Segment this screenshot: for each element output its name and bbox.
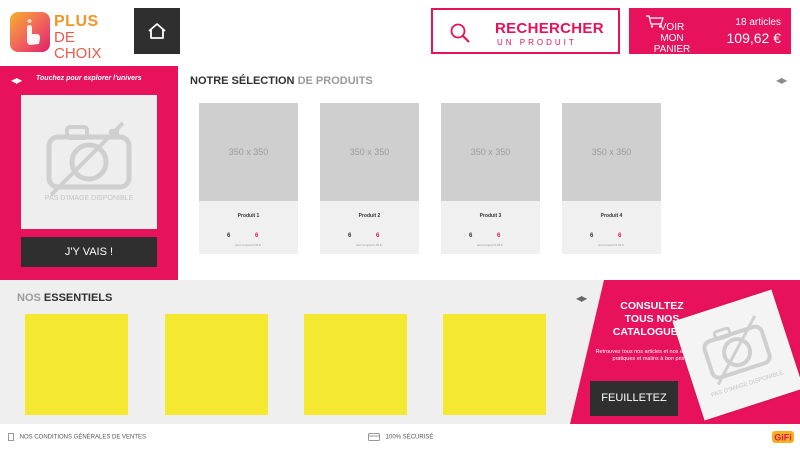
catalog-promo: CONSULTEZ TOUS NOS CATALOGUES ! Retrouve… — [570, 280, 800, 424]
product-old-price: 6 — [590, 233, 594, 239]
product-name: Produit 3 — [479, 213, 502, 219]
jy-vais-button[interactable]: J'Y VAIS ! — [21, 237, 157, 267]
feuilletez-button[interactable]: FEUILLETEZ — [590, 381, 678, 416]
essentials-title-light: NOS — [17, 292, 41, 304]
essential-tile[interactable] — [25, 314, 128, 415]
search-icon — [450, 23, 470, 43]
document-icon — [8, 433, 14, 441]
universe-image-caption: PAS D'IMAGE DISPONIBLE — [44, 195, 134, 202]
logo-hand-icon — [10, 12, 50, 52]
product-thumbnail: 350 x 350 — [320, 103, 419, 201]
essential-tile[interactable] — [165, 314, 268, 415]
product-new-price: 6 — [497, 233, 501, 239]
universe-image[interactable]: PAS D'IMAGE DISPONIBLE — [21, 95, 157, 229]
product-new-price: 6 — [376, 233, 380, 239]
essentials-title-bold: ESSENTIELS — [43, 292, 113, 304]
product-new-price: 6 — [618, 233, 622, 239]
secure-label: 100% SÉCURISÉ — [385, 434, 434, 441]
universe-hint: Touchez pour explorer l'univers — [36, 75, 142, 82]
card-icon — [368, 433, 380, 441]
selection-title: NOTRE SÉLECTION DE PRODUITS — [190, 75, 373, 87]
cart-label-line1: VOIR — [659, 22, 685, 33]
product-thumbnail: 350 x 350 — [199, 103, 298, 201]
page: PLUS DE CHOIX RECHERCHER UN PRODUIT VOIR… — [0, 0, 800, 450]
secure-info: 100% SÉCURISÉ — [368, 433, 433, 441]
search-title: RECHERCHER — [495, 20, 604, 37]
logo-line1: PLUS — [54, 13, 99, 30]
conditions-link[interactable]: NOS CONDITIONS GÉNÉRALES DE VENTES — [8, 433, 146, 441]
home-icon — [148, 23, 166, 39]
camera-placeholder-icon — [46, 121, 132, 197]
product-card[interactable]: 350 x 350 Produit 3 6 6 dont écopart 0,0… — [441, 103, 540, 254]
header: PLUS DE CHOIX RECHERCHER UN PRODUIT VOIR… — [0, 0, 800, 62]
logo[interactable]: PLUS DE CHOIX — [10, 10, 125, 62]
product-note: dont écopart 0,05 € — [356, 243, 382, 247]
cart-count: 18 articles — [735, 17, 781, 28]
search-button[interactable]: RECHERCHER UN PRODUIT — [431, 8, 620, 54]
product-name: Produit 4 — [600, 213, 623, 219]
home-button[interactable] — [134, 8, 180, 54]
product-thumbnail: 350 x 350 — [441, 103, 540, 201]
search-subtitle: UN PRODUIT — [497, 38, 577, 47]
product-card[interactable]: 350 x 350 Produit 2 6 6 dont écopart 0,0… — [320, 103, 419, 254]
essential-tile[interactable] — [443, 314, 546, 415]
cart-total: 109,62 € — [726, 30, 782, 46]
selection-title-light: DE PRODUITS — [297, 75, 373, 87]
product-card[interactable]: 350 x 350 Produit 4 6 6 dont écopart 0,0… — [562, 103, 661, 254]
essentials-arrows[interactable]: ◀▶ — [576, 294, 587, 303]
product-old-price: 6 — [469, 233, 473, 239]
product-new-price: 6 — [255, 233, 259, 239]
essentials-section: NOS ESSENTIELS ◀▶ CONSULTEZ TOUS NOS CAT… — [0, 280, 800, 424]
universe-arrows[interactable]: ◀▶ — [11, 76, 22, 85]
selection-title-bold: NOTRE SÉLECTION — [190, 75, 295, 87]
gifi-logo: GiFi — [772, 430, 794, 444]
product-note: dont écopart 0,05 € — [477, 243, 503, 247]
cart-button[interactable]: VOIR MON PANIER 18 articles 109,62 € — [629, 8, 791, 55]
product-note: dont écopart 0,05 € — [598, 243, 624, 247]
product-card[interactable]: 350 x 350 Produit 1 6 6 dont écopart 0,0… — [199, 103, 298, 254]
product-old-price: 6 — [227, 233, 231, 239]
conditions-label: NOS CONDITIONS GÉNÉRALES DE VENTES — [19, 434, 147, 441]
essentials-title: NOS ESSENTIELS — [17, 292, 112, 304]
gifi-logo-text: GiFi — [774, 433, 792, 443]
logo-line2: DE CHOIX — [54, 29, 102, 62]
product-name: Produit 2 — [358, 213, 381, 219]
product-note: dont écopart 0,05 € — [235, 243, 261, 247]
product-old-price: 6 — [348, 233, 352, 239]
selection-arrows[interactable]: ◀▶ — [776, 76, 787, 85]
cart-label-line2: MON PANIER — [653, 33, 691, 55]
universe-panel: ◀▶ Touchez pour explorer l'univers PAS D… — [0, 66, 178, 280]
essential-tile[interactable] — [304, 314, 407, 415]
product-thumbnail: 350 x 350 — [562, 103, 661, 201]
footer: NOS CONDITIONS GÉNÉRALES DE VENTES 100% … — [0, 424, 800, 450]
product-name: Produit 1 — [237, 213, 260, 219]
